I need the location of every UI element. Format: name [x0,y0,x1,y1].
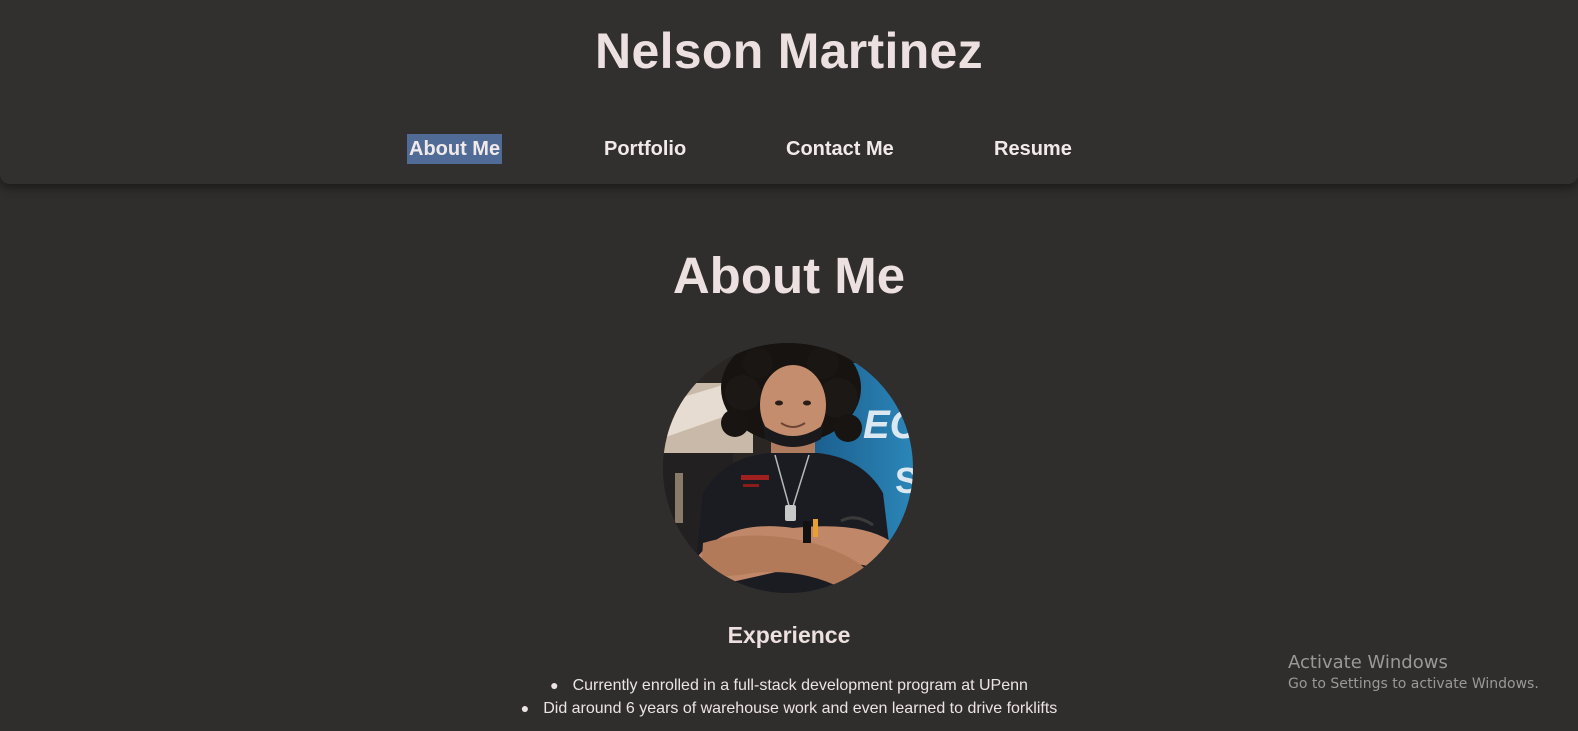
nav-link-about-me[interactable]: About Me [407,134,503,164]
nav-link-contact-me[interactable]: Contact Me [786,134,894,164]
bullet-icon: ● [520,700,530,716]
site-title: Nelson Martinez [595,23,983,79]
watermark-title: Activate Windows [1288,652,1448,673]
bullet-icon: ● [550,677,559,693]
svg-text:S: S [895,460,913,501]
list-item: ● Did around 6 years of warehouse work an… [0,697,1578,720]
experience-heading: Experience [727,622,851,648]
site-header: Nelson Martinez About Me Portfolio Conta… [0,0,1578,184]
watermark-subtitle: Go to Settings to activate Windows. [1288,676,1539,692]
activate-windows-watermark: Activate Windows Go to Settings to activ… [1288,652,1539,694]
experience-text: Did around 6 years of warehouse work and… [543,700,1058,717]
experience-text: Currently enrolled in a full-stack devel… [572,677,1028,694]
main-nav: About Me Portfolio Contact Me Resume [0,134,1578,164]
svg-text:EC: EC [863,403,913,447]
nav-link-resume[interactable]: Resume [994,134,1072,164]
nav-link-portfolio[interactable]: Portfolio [604,134,686,164]
profile-photo: EC S [663,343,913,593]
section-title: About Me [672,247,906,304]
